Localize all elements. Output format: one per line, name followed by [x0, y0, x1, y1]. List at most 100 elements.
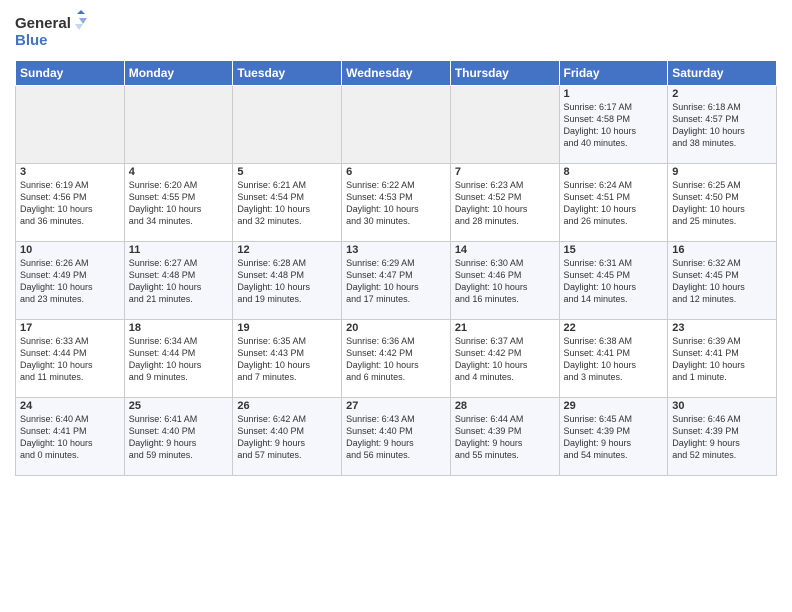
day-number: 27 [346, 400, 446, 412]
day-number: 15 [564, 244, 664, 256]
weekday-header-friday: Friday [559, 61, 668, 86]
day-number: 6 [346, 166, 446, 178]
day-number: 30 [672, 400, 772, 412]
weekday-header-tuesday: Tuesday [233, 61, 342, 86]
calendar-cell: 25Sunrise: 6:41 AM Sunset: 4:40 PM Dayli… [124, 398, 233, 476]
calendar-table: SundayMondayTuesdayWednesdayThursdayFrid… [15, 60, 777, 476]
svg-text:Blue: Blue [15, 32, 48, 49]
svg-text:General: General [15, 15, 71, 32]
calendar-cell: 27Sunrise: 6:43 AM Sunset: 4:40 PM Dayli… [342, 398, 451, 476]
calendar-cell: 18Sunrise: 6:34 AM Sunset: 4:44 PM Dayli… [124, 320, 233, 398]
calendar-cell: 30Sunrise: 6:46 AM Sunset: 4:39 PM Dayli… [668, 398, 777, 476]
calendar-cell: 21Sunrise: 6:37 AM Sunset: 4:42 PM Dayli… [450, 320, 559, 398]
calendar-week-3: 10Sunrise: 6:26 AM Sunset: 4:49 PM Dayli… [16, 242, 777, 320]
calendar-cell: 12Sunrise: 6:28 AM Sunset: 4:48 PM Dayli… [233, 242, 342, 320]
day-info: Sunrise: 6:23 AM Sunset: 4:52 PM Dayligh… [455, 179, 555, 228]
day-info: Sunrise: 6:40 AM Sunset: 4:41 PM Dayligh… [20, 413, 120, 462]
calendar-cell: 24Sunrise: 6:40 AM Sunset: 4:41 PM Dayli… [16, 398, 125, 476]
day-number: 7 [455, 166, 555, 178]
calendar-cell: 14Sunrise: 6:30 AM Sunset: 4:46 PM Dayli… [450, 242, 559, 320]
day-number: 18 [129, 322, 229, 334]
day-number: 24 [20, 400, 120, 412]
day-info: Sunrise: 6:38 AM Sunset: 4:41 PM Dayligh… [564, 335, 664, 384]
day-number: 9 [672, 166, 772, 178]
day-info: Sunrise: 6:29 AM Sunset: 4:47 PM Dayligh… [346, 257, 446, 306]
day-number: 26 [237, 400, 337, 412]
day-info: Sunrise: 6:35 AM Sunset: 4:43 PM Dayligh… [237, 335, 337, 384]
day-number: 11 [129, 244, 229, 256]
day-info: Sunrise: 6:32 AM Sunset: 4:45 PM Dayligh… [672, 257, 772, 306]
calendar-cell: 9Sunrise: 6:25 AM Sunset: 4:50 PM Daylig… [668, 164, 777, 242]
day-info: Sunrise: 6:22 AM Sunset: 4:53 PM Dayligh… [346, 179, 446, 228]
weekday-header-monday: Monday [124, 61, 233, 86]
day-info: Sunrise: 6:18 AM Sunset: 4:57 PM Dayligh… [672, 101, 772, 150]
day-info: Sunrise: 6:26 AM Sunset: 4:49 PM Dayligh… [20, 257, 120, 306]
day-info: Sunrise: 6:44 AM Sunset: 4:39 PM Dayligh… [455, 413, 555, 462]
day-number: 25 [129, 400, 229, 412]
calendar-cell: 17Sunrise: 6:33 AM Sunset: 4:44 PM Dayli… [16, 320, 125, 398]
day-number: 12 [237, 244, 337, 256]
page-container: General Blue SundayMondayTuesdayWednesda… [0, 0, 792, 481]
day-number: 22 [564, 322, 664, 334]
calendar-cell: 23Sunrise: 6:39 AM Sunset: 4:41 PM Dayli… [668, 320, 777, 398]
logo-svg: General Blue [15, 10, 95, 54]
day-info: Sunrise: 6:20 AM Sunset: 4:55 PM Dayligh… [129, 179, 229, 228]
calendar-cell: 29Sunrise: 6:45 AM Sunset: 4:39 PM Dayli… [559, 398, 668, 476]
day-info: Sunrise: 6:45 AM Sunset: 4:39 PM Dayligh… [564, 413, 664, 462]
day-number: 28 [455, 400, 555, 412]
day-number: 21 [455, 322, 555, 334]
calendar-week-5: 24Sunrise: 6:40 AM Sunset: 4:41 PM Dayli… [16, 398, 777, 476]
weekday-header-saturday: Saturday [668, 61, 777, 86]
day-info: Sunrise: 6:24 AM Sunset: 4:51 PM Dayligh… [564, 179, 664, 228]
day-info: Sunrise: 6:34 AM Sunset: 4:44 PM Dayligh… [129, 335, 229, 384]
calendar-cell [124, 86, 233, 164]
day-info: Sunrise: 6:46 AM Sunset: 4:39 PM Dayligh… [672, 413, 772, 462]
day-number: 23 [672, 322, 772, 334]
day-info: Sunrise: 6:21 AM Sunset: 4:54 PM Dayligh… [237, 179, 337, 228]
header: General Blue [15, 10, 777, 54]
calendar-cell [450, 86, 559, 164]
calendar-week-4: 17Sunrise: 6:33 AM Sunset: 4:44 PM Dayli… [16, 320, 777, 398]
day-number: 3 [20, 166, 120, 178]
day-info: Sunrise: 6:25 AM Sunset: 4:50 PM Dayligh… [672, 179, 772, 228]
day-number: 29 [564, 400, 664, 412]
calendar-cell: 7Sunrise: 6:23 AM Sunset: 4:52 PM Daylig… [450, 164, 559, 242]
calendar-cell: 19Sunrise: 6:35 AM Sunset: 4:43 PM Dayli… [233, 320, 342, 398]
day-info: Sunrise: 6:42 AM Sunset: 4:40 PM Dayligh… [237, 413, 337, 462]
calendar-cell: 28Sunrise: 6:44 AM Sunset: 4:39 PM Dayli… [450, 398, 559, 476]
day-number: 16 [672, 244, 772, 256]
weekday-header-row: SundayMondayTuesdayWednesdayThursdayFrid… [16, 61, 777, 86]
day-number: 5 [237, 166, 337, 178]
calendar-week-1: 1Sunrise: 6:17 AM Sunset: 4:58 PM Daylig… [16, 86, 777, 164]
day-number: 14 [455, 244, 555, 256]
calendar-cell: 10Sunrise: 6:26 AM Sunset: 4:49 PM Dayli… [16, 242, 125, 320]
day-info: Sunrise: 6:17 AM Sunset: 4:58 PM Dayligh… [564, 101, 664, 150]
weekday-header-wednesday: Wednesday [342, 61, 451, 86]
day-info: Sunrise: 6:30 AM Sunset: 4:46 PM Dayligh… [455, 257, 555, 306]
day-number: 8 [564, 166, 664, 178]
day-info: Sunrise: 6:33 AM Sunset: 4:44 PM Dayligh… [20, 335, 120, 384]
day-info: Sunrise: 6:28 AM Sunset: 4:48 PM Dayligh… [237, 257, 337, 306]
day-number: 10 [20, 244, 120, 256]
day-info: Sunrise: 6:31 AM Sunset: 4:45 PM Dayligh… [564, 257, 664, 306]
day-info: Sunrise: 6:37 AM Sunset: 4:42 PM Dayligh… [455, 335, 555, 384]
calendar-cell [16, 86, 125, 164]
calendar-cell: 22Sunrise: 6:38 AM Sunset: 4:41 PM Dayli… [559, 320, 668, 398]
weekday-header-sunday: Sunday [16, 61, 125, 86]
calendar-cell: 5Sunrise: 6:21 AM Sunset: 4:54 PM Daylig… [233, 164, 342, 242]
calendar-cell: 20Sunrise: 6:36 AM Sunset: 4:42 PM Dayli… [342, 320, 451, 398]
day-info: Sunrise: 6:41 AM Sunset: 4:40 PM Dayligh… [129, 413, 229, 462]
calendar-cell: 13Sunrise: 6:29 AM Sunset: 4:47 PM Dayli… [342, 242, 451, 320]
calendar-cell: 1Sunrise: 6:17 AM Sunset: 4:58 PM Daylig… [559, 86, 668, 164]
day-number: 4 [129, 166, 229, 178]
day-info: Sunrise: 6:36 AM Sunset: 4:42 PM Dayligh… [346, 335, 446, 384]
weekday-header-thursday: Thursday [450, 61, 559, 86]
calendar-cell: 8Sunrise: 6:24 AM Sunset: 4:51 PM Daylig… [559, 164, 668, 242]
day-number: 2 [672, 88, 772, 100]
day-info: Sunrise: 6:43 AM Sunset: 4:40 PM Dayligh… [346, 413, 446, 462]
calendar-cell [233, 86, 342, 164]
calendar-cell: 16Sunrise: 6:32 AM Sunset: 4:45 PM Dayli… [668, 242, 777, 320]
calendar-cell: 15Sunrise: 6:31 AM Sunset: 4:45 PM Dayli… [559, 242, 668, 320]
calendar-cell: 26Sunrise: 6:42 AM Sunset: 4:40 PM Dayli… [233, 398, 342, 476]
day-number: 17 [20, 322, 120, 334]
